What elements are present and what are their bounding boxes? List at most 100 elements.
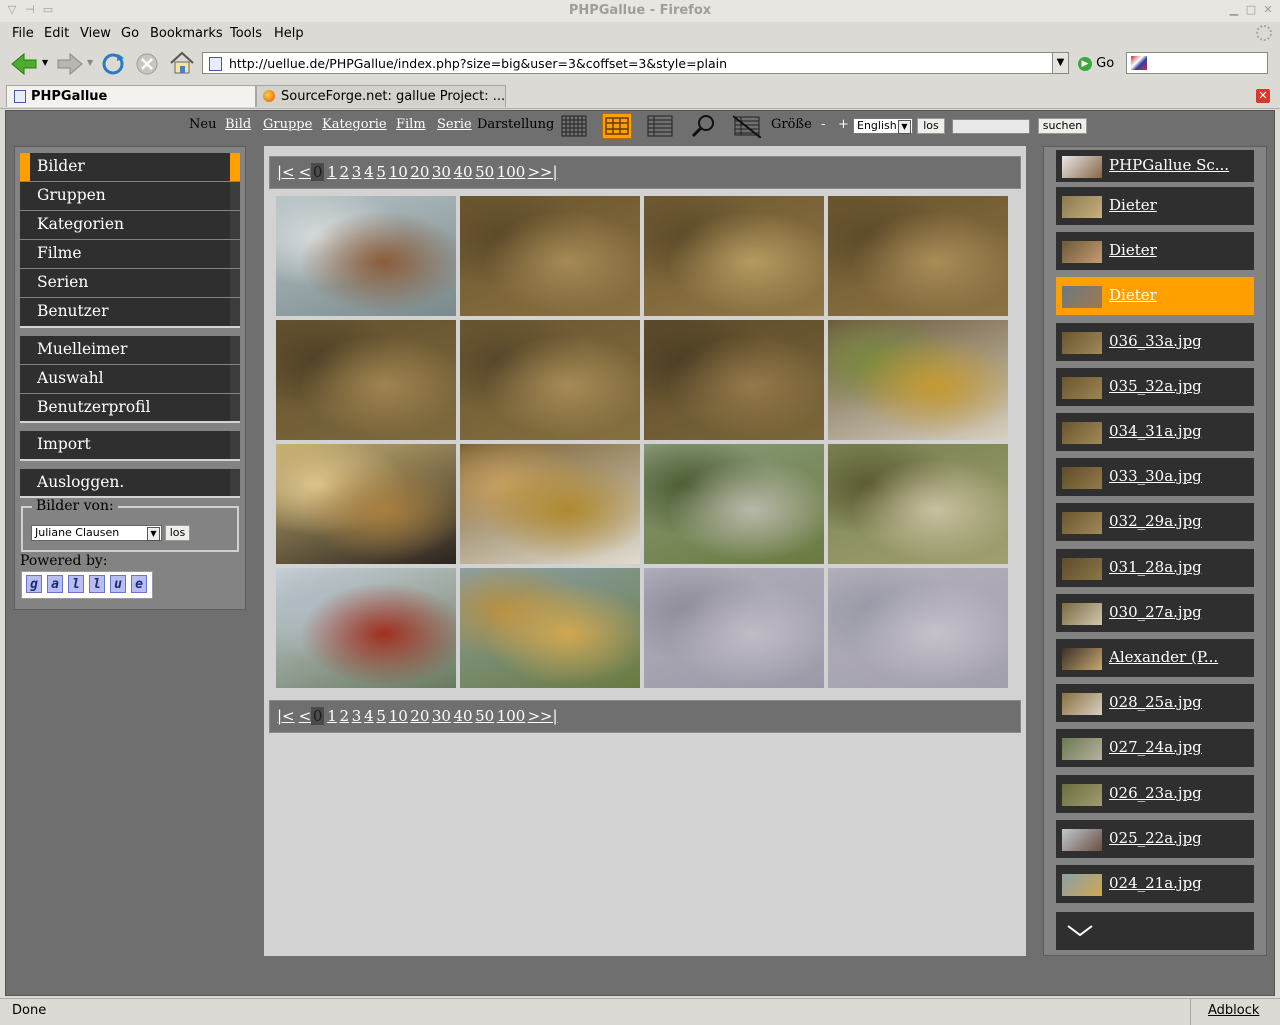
new-film-link[interactable]: Film xyxy=(396,117,426,132)
page-link[interactable]: 1 xyxy=(327,163,337,181)
image-list-thumbnail[interactable] xyxy=(1062,693,1102,716)
new-gruppe-link[interactable]: Gruppe xyxy=(263,117,312,132)
image-list-link[interactable]: 032_29a.jpg xyxy=(1109,512,1202,530)
image-list-link[interactable]: PHPGallue Sc... xyxy=(1109,156,1229,174)
image-list-thumbnail[interactable] xyxy=(1062,156,1102,178)
search-engine-box[interactable] xyxy=(1126,52,1268,74)
menu-go[interactable]: Go xyxy=(121,26,139,41)
minimize-icon[interactable]: ▁ xyxy=(1228,4,1240,16)
stop-icon[interactable] xyxy=(134,52,160,76)
page-link[interactable]: 100 xyxy=(497,707,526,725)
page-link[interactable]: 30 xyxy=(432,707,451,725)
sidebar-item-kategorien[interactable]: Kategorien xyxy=(20,211,240,239)
go-button[interactable]: ▶ Go xyxy=(1078,56,1114,71)
address-dropdown-icon[interactable]: ▼ xyxy=(1052,52,1069,74)
address-url[interactable]: http://uellue.de/PHPGallue/index.php?siz… xyxy=(229,56,727,71)
close-tab-icon[interactable]: ✕ xyxy=(1256,89,1270,103)
stream-bed-photo[interactable] xyxy=(276,320,456,440)
view-list-button[interactable] xyxy=(647,114,673,138)
page-link[interactable]: 20 xyxy=(410,163,429,181)
image-list-link[interactable]: Dieter xyxy=(1109,196,1157,214)
page-link[interactable]: 40 xyxy=(454,163,473,181)
image-list-item[interactable]: 026_23a.jpg xyxy=(1056,774,1254,813)
image-list-thumbnail[interactable] xyxy=(1062,828,1102,851)
image-list-link[interactable]: 035_32a.jpg xyxy=(1109,377,1202,395)
page-link[interactable]: > xyxy=(528,163,541,181)
search-input[interactable] xyxy=(952,119,1030,134)
image-list-item[interactable]: 036_33a.jpg xyxy=(1056,322,1254,361)
image-list-thumbnail[interactable] xyxy=(1062,557,1102,580)
page-link[interactable]: > xyxy=(528,707,541,725)
menu-help[interactable]: Help xyxy=(274,26,304,41)
page-link[interactable]: >| xyxy=(540,163,558,181)
sidebar-item-filme[interactable]: Filme xyxy=(20,240,240,268)
menu-bookmarks[interactable]: Bookmarks xyxy=(150,26,223,41)
image-list-item[interactable]: PHPGallue Sc... xyxy=(1056,150,1254,182)
image-list-thumbnail[interactable] xyxy=(1062,874,1102,896)
page-link[interactable]: 100 xyxy=(497,163,526,181)
stream-bed-photo[interactable] xyxy=(460,320,640,440)
sidebar-item-auswahl[interactable]: Auswahl xyxy=(20,365,240,393)
image-list-thumbnail[interactable] xyxy=(1062,196,1102,218)
close-window-icon[interactable]: ✕ xyxy=(1262,4,1274,16)
image-list-item[interactable]: Dieter xyxy=(1056,277,1254,316)
image-list-link[interactable]: 034_31a.jpg xyxy=(1109,422,1202,440)
page-link[interactable]: 5 xyxy=(376,163,386,181)
page-link[interactable]: |< xyxy=(277,163,295,181)
image-list-link[interactable]: 031_28a.jpg xyxy=(1109,558,1202,576)
back-history-icon[interactable]: ▼ xyxy=(42,58,48,67)
image-list-link[interactable]: Alexander (P... xyxy=(1109,648,1218,666)
home-icon[interactable] xyxy=(168,50,196,76)
page-link[interactable]: 4 xyxy=(364,707,374,725)
page-link[interactable]: 2 xyxy=(340,707,350,725)
image-list-link[interactable]: 026_23a.jpg xyxy=(1109,784,1202,802)
forward-history-icon[interactable]: ▼ xyxy=(87,58,93,67)
image-list-item[interactable]: 035_32a.jpg xyxy=(1056,367,1254,406)
image-list-link[interactable]: 024_21a.jpg xyxy=(1109,874,1202,892)
page-link[interactable]: >| xyxy=(540,707,558,725)
forward-icon[interactable] xyxy=(56,52,84,76)
young-man-photo[interactable] xyxy=(276,444,456,564)
image-list-thumbnail[interactable] xyxy=(1062,422,1102,444)
image-list-thumbnail[interactable] xyxy=(1062,602,1102,625)
image-list-item[interactable]: 028_25a.jpg xyxy=(1056,684,1254,723)
birds-sky-photo[interactable] xyxy=(644,568,824,688)
sidebar-item-import[interactable]: Import xyxy=(20,431,240,459)
forest-river-photo[interactable] xyxy=(644,444,824,564)
search-engine-flag-icon[interactable] xyxy=(1131,56,1147,70)
image-list-thumbnail[interactable] xyxy=(1062,331,1102,354)
image-list-thumbnail[interactable] xyxy=(1062,783,1102,806)
image-list-item[interactable]: 024_21a.jpg xyxy=(1056,865,1254,903)
new-serie-link[interactable]: Serie xyxy=(437,117,472,132)
page-link[interactable]: 4 xyxy=(364,163,374,181)
language-select[interactable]: English ▼ xyxy=(853,118,913,134)
page-link[interactable]: < xyxy=(299,707,312,725)
scroll-down-button[interactable] xyxy=(1056,912,1254,950)
view-grid-small-button[interactable] xyxy=(561,114,587,138)
image-list-thumbnail[interactable] xyxy=(1062,241,1102,264)
view-disabled-button[interactable] xyxy=(732,114,762,139)
page-link[interactable]: 3 xyxy=(352,707,362,725)
image-list-thumbnail[interactable] xyxy=(1062,648,1102,670)
sidebar-item-benutzerprofil[interactable]: Benutzerprofil xyxy=(20,394,240,422)
image-list-item[interactable]: 034_31a.jpg xyxy=(1056,413,1254,451)
image-list-item[interactable]: 030_27a.jpg xyxy=(1056,593,1254,632)
image-list-item[interactable]: 033_30a.jpg xyxy=(1056,458,1254,497)
image-list-item[interactable]: 032_29a.jpg xyxy=(1056,503,1254,542)
image-list-link[interactable]: 027_24a.jpg xyxy=(1109,738,1202,756)
page-link[interactable]: 2 xyxy=(340,163,350,181)
page-link[interactable]: 10 xyxy=(389,163,408,181)
stream-bed-photo[interactable] xyxy=(644,196,824,316)
image-list-link[interactable]: 036_33a.jpg xyxy=(1109,332,1202,350)
page-link[interactable]: < xyxy=(299,163,312,181)
view-grid-big-button[interactable] xyxy=(602,113,632,139)
tab-sourceforge[interactable]: SourceForge.net: gallue Project: ... xyxy=(256,85,506,107)
menu-view[interactable]: View xyxy=(80,26,111,41)
image-list-item[interactable]: Dieter xyxy=(1056,232,1254,271)
size-decrease-link[interactable]: - xyxy=(821,117,825,132)
menu-file[interactable]: File xyxy=(12,26,34,41)
new-bild-link[interactable]: Bild xyxy=(225,117,251,132)
page-link[interactable]: 1 xyxy=(327,707,337,725)
page-link[interactable]: 5 xyxy=(376,707,386,725)
stream-bed-photo[interactable] xyxy=(460,196,640,316)
